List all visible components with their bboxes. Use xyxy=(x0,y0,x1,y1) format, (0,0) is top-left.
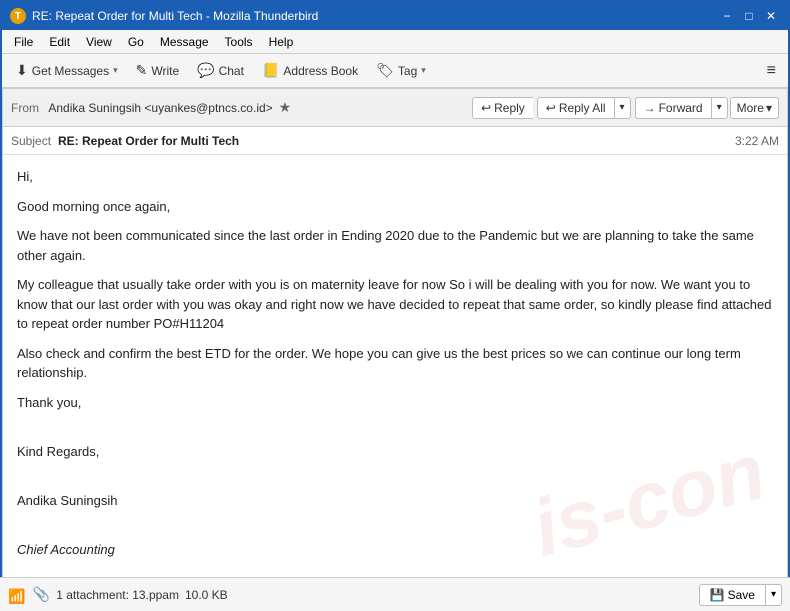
from-value: Andika Suningsih <uyankes@ptncs.co.id> xyxy=(48,101,272,115)
more-dropdown-arrow: ▾ xyxy=(766,101,772,115)
get-messages-dropdown-arrow[interactable]: ▾ xyxy=(113,65,118,76)
reply-all-button[interactable]: ↩ Reply All xyxy=(537,97,614,119)
reply-all-dropdown[interactable]: ▾ xyxy=(614,97,631,119)
reply-split-button[interactable]: ↩ Reply xyxy=(472,97,533,119)
email-time: 3:22 AM xyxy=(735,134,779,148)
reply-all-split-button[interactable]: ↩ Reply All ▾ xyxy=(537,97,631,119)
save-dropdown[interactable]: ▾ xyxy=(765,584,782,606)
app-icon: T xyxy=(10,8,26,24)
body-regards: Kind Regards, xyxy=(17,442,773,462)
menu-tools[interactable]: Tools xyxy=(217,33,261,51)
address-book-icon: 📒 xyxy=(262,62,279,79)
attachment-bar: ▶ 📎 1 attachment: 13.ppam 10.0 KB 💾 Save… xyxy=(0,577,790,611)
address-book-button[interactable]: 📒 Address Book xyxy=(254,59,366,82)
reply-icon: ↩ xyxy=(481,101,491,115)
body-morning: Good morning once again, xyxy=(17,197,773,217)
email-body: Hi, Good morning once again, We have not… xyxy=(3,155,787,580)
attachment-size: 10.0 KB xyxy=(185,588,228,602)
tag-dropdown-arrow[interactable]: ▾ xyxy=(421,65,426,76)
body-paragraph-2: My colleague that usually take order wit… xyxy=(17,275,773,334)
attachment-info: ▶ 📎 1 attachment: 13.ppam 10.0 KB xyxy=(8,586,228,603)
subject-section: Subject RE: Repeat Order for Multi Tech xyxy=(11,133,239,148)
body-paragraph-1: We have not been communicated since the … xyxy=(17,226,773,265)
menu-edit[interactable]: Edit xyxy=(41,33,78,51)
save-button[interactable]: 💾 Save xyxy=(699,584,765,606)
subject-label: Subject xyxy=(11,134,54,148)
subject-bar: Subject RE: Repeat Order for Multi Tech … xyxy=(3,127,787,155)
menu-file[interactable]: File xyxy=(6,33,41,51)
menu-bar: File Edit View Go Message Tools Help xyxy=(2,30,788,54)
body-greeting: Hi, xyxy=(17,167,773,187)
subject-value: RE: Repeat Order for Multi Tech xyxy=(58,134,239,148)
from-label: From xyxy=(11,101,42,115)
email-container: From Andika Suningsih <uyankes@ptncs.co.… xyxy=(2,88,788,581)
close-button[interactable]: ✕ xyxy=(762,7,780,25)
reply-button[interactable]: ↩ Reply xyxy=(472,97,533,119)
menu-view[interactable]: View xyxy=(78,33,120,51)
tag-icon: 🏷 xyxy=(376,62,394,79)
body-paragraph-3: Also check and confirm the best ETD for … xyxy=(17,344,773,383)
chat-button[interactable]: 💬 Chat xyxy=(189,59,252,82)
forward-icon: → xyxy=(644,101,656,115)
save-split-button[interactable]: 💾 Save ▾ xyxy=(699,584,782,606)
attachment-icon: 📎 xyxy=(33,586,50,603)
tag-button[interactable]: 🏷 Tag ▾ xyxy=(368,59,434,82)
write-button[interactable]: ✎ Write xyxy=(128,59,188,82)
forward-button[interactable]: → Forward xyxy=(635,97,711,119)
write-icon: ✎ xyxy=(136,62,148,79)
body-sender-name: Andika Suningsih xyxy=(17,491,773,511)
attachment-count: 1 attachment: 13.ppam xyxy=(56,588,179,602)
reply-all-icon: ↩ xyxy=(546,101,556,115)
get-messages-button[interactable]: ⬇ Get Messages ▾ xyxy=(8,59,126,82)
minimize-button[interactable]: − xyxy=(718,7,736,25)
forward-dropdown[interactable]: ▾ xyxy=(711,97,728,119)
more-button[interactable]: More ▾ xyxy=(730,97,779,119)
save-icon: 💾 xyxy=(710,588,725,602)
window-controls[interactable]: − □ ✕ xyxy=(718,7,780,25)
from-section: From Andika Suningsih <uyankes@ptncs.co.… xyxy=(11,99,291,116)
menu-go[interactable]: Go xyxy=(120,33,152,51)
body-thanks: Thank you, xyxy=(17,393,773,413)
title-bar-left: T RE: Repeat Order for Multi Tech - Mozi… xyxy=(10,8,318,24)
menu-message[interactable]: Message xyxy=(152,33,217,51)
forward-split-button[interactable]: → Forward ▾ xyxy=(635,97,728,119)
chat-icon: 💬 xyxy=(197,62,214,79)
maximize-button[interactable]: □ xyxy=(740,7,758,25)
action-bar: From Andika Suningsih <uyankes@ptncs.co.… xyxy=(3,89,787,127)
toolbar-menu-button[interactable]: ≡ xyxy=(761,60,782,82)
window-title: RE: Repeat Order for Multi Tech - Mozill… xyxy=(32,9,318,23)
toolbar: ⬇ Get Messages ▾ ✎ Write 💬 Chat 📒 Addres… xyxy=(2,54,788,88)
menu-help[interactable]: Help xyxy=(261,33,302,51)
get-messages-icon: ⬇ xyxy=(16,62,28,79)
star-icon[interactable]: ★ xyxy=(279,99,292,116)
title-bar: T RE: Repeat Order for Multi Tech - Mozi… xyxy=(2,2,788,30)
body-sender-title: Chief Accounting xyxy=(17,540,773,560)
signal-icon: 📶 xyxy=(8,588,25,605)
action-buttons: ↩ Reply ↩ Reply All ▾ → Forward ▾ More xyxy=(472,97,779,119)
